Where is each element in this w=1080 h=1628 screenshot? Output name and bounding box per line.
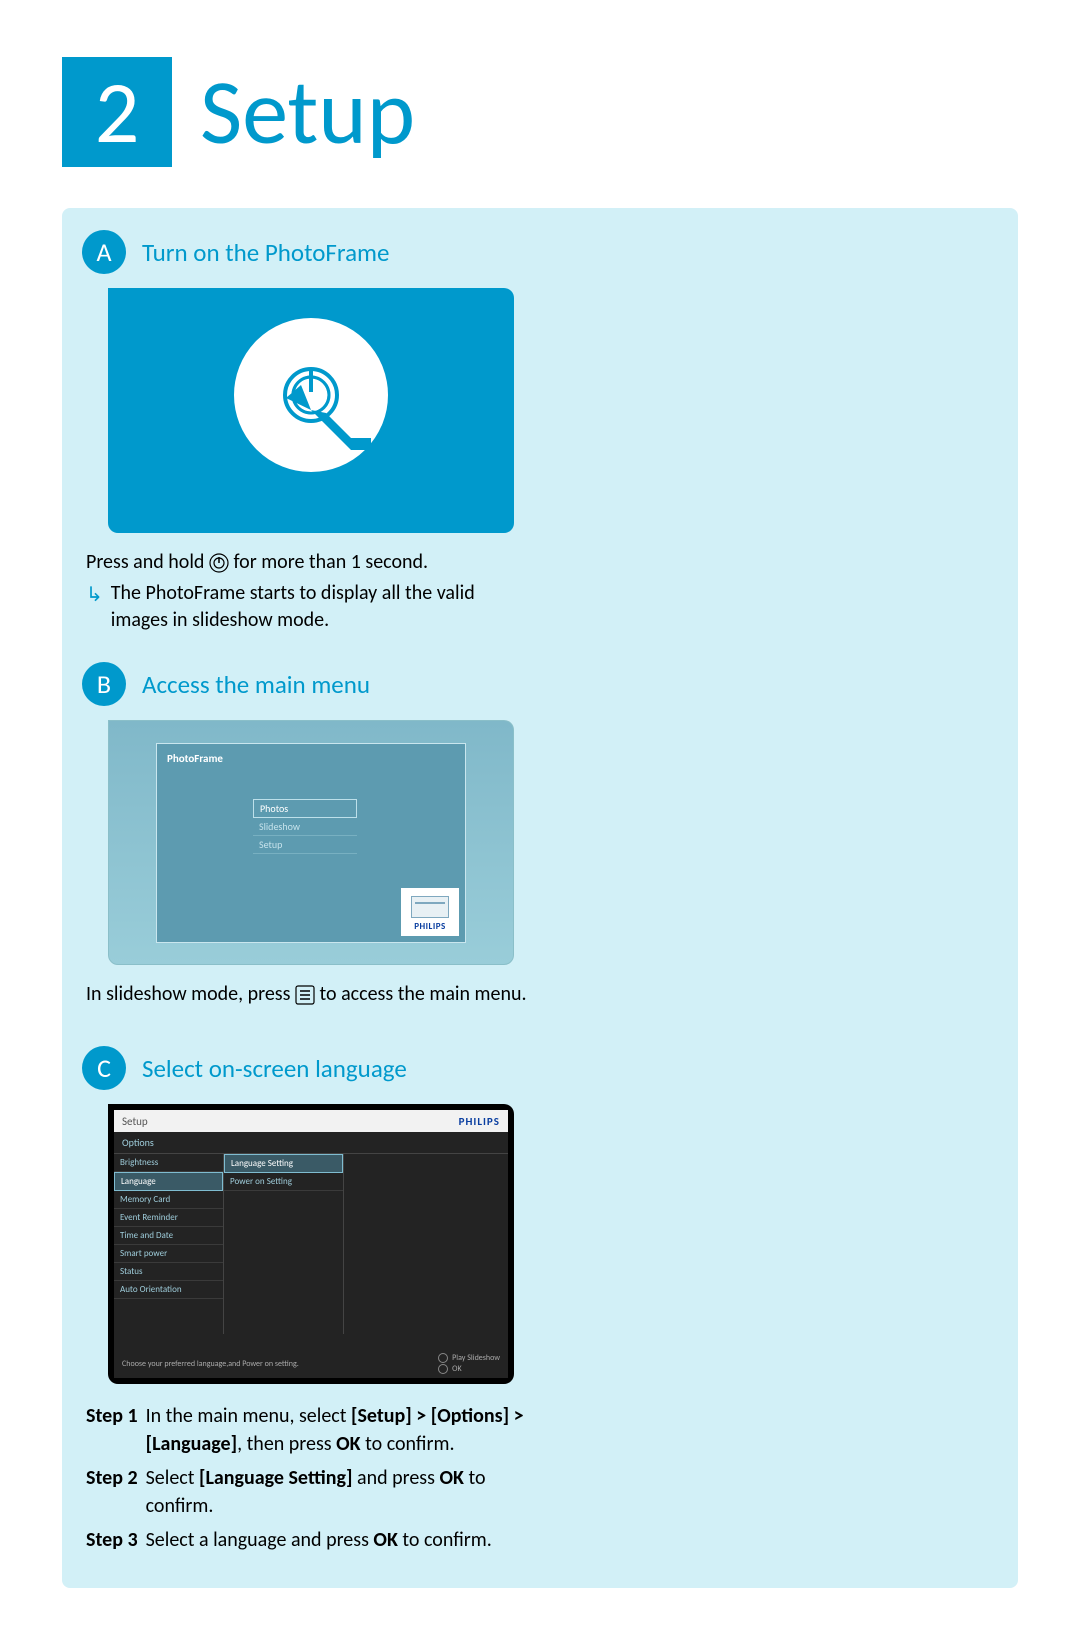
list-item: Auto Orientation bbox=[114, 1281, 223, 1299]
section-c: C Select on-screen language Setup PHILIP… bbox=[82, 1046, 527, 1560]
step-label: Step 3 bbox=[86, 1526, 138, 1554]
page-title: Setup bbox=[200, 55, 415, 168]
text: to confirm. bbox=[361, 1432, 455, 1456]
text-bold: OK bbox=[439, 1466, 463, 1490]
page-header: 2 Setup bbox=[62, 55, 1018, 168]
ok-label: OK bbox=[452, 1364, 461, 1374]
screen-c-right-column: Language Setting Power on Setting bbox=[224, 1154, 344, 1334]
play-slideshow-label: Play Slideshow bbox=[452, 1353, 500, 1363]
section-a-instruction: Press and hold for more than 1 second. ↳… bbox=[86, 549, 527, 634]
text: , then press bbox=[237, 1432, 336, 1456]
list-item: Status bbox=[114, 1263, 223, 1281]
illustration-main-menu: PhotoFrame Photos Slideshow Setup PHILIP… bbox=[108, 720, 514, 965]
section-number-badge: 2 bbox=[62, 57, 172, 167]
text: Select a language and press bbox=[146, 1528, 374, 1552]
list-item: Language bbox=[114, 1172, 223, 1191]
philips-logo: PHILIPS bbox=[459, 1115, 500, 1128]
illustration-power-button bbox=[108, 288, 514, 533]
section-c-badge: C bbox=[82, 1046, 126, 1090]
screen-c-options-label: Options bbox=[114, 1132, 508, 1154]
section-a: A Turn on the PhotoFrame Press and hold bbox=[82, 230, 527, 634]
step-label: Step 1 bbox=[86, 1402, 138, 1458]
step-3: Step 3 Select a language and press OK to… bbox=[86, 1526, 527, 1554]
menu-item-slideshow: Slideshow bbox=[253, 818, 357, 836]
section-b: B Access the main menu PhotoFrame Photos… bbox=[82, 662, 527, 1008]
screen-c-hint: Choose your preferred language,and Power… bbox=[122, 1359, 299, 1369]
section-a-title: Turn on the PhotoFrame bbox=[142, 237, 389, 268]
text: and press bbox=[352, 1466, 439, 1490]
list-item: Power on Setting bbox=[224, 1173, 343, 1191]
section-c-title: Select on-screen language bbox=[142, 1053, 407, 1084]
list-item: Language Setting bbox=[224, 1154, 343, 1173]
nav-icon bbox=[438, 1353, 448, 1363]
screen-b-title: PhotoFrame bbox=[157, 744, 465, 765]
screen-c-breadcrumb: Setup bbox=[122, 1115, 148, 1128]
text-bold: OK bbox=[373, 1528, 397, 1552]
step-2: Step 2 Select [Language Setting] and pre… bbox=[86, 1464, 527, 1520]
section-a-result: The PhotoFrame starts to display all the… bbox=[111, 580, 527, 634]
section-b-badge: B bbox=[82, 662, 126, 706]
text: to access the main menu. bbox=[320, 982, 527, 1006]
result-arrow-icon: ↳ bbox=[86, 582, 103, 634]
step-1: Step 1 In the main menu, select [Setup] … bbox=[86, 1402, 527, 1458]
section-a-badge: A bbox=[82, 230, 126, 274]
text: Press and hold bbox=[86, 550, 209, 574]
list-item: Memory Card bbox=[114, 1191, 223, 1209]
text-bold: [Language Setting] bbox=[199, 1466, 353, 1490]
section-b-instruction: In slideshow mode, press to access the m… bbox=[86, 981, 527, 1008]
power-icon bbox=[209, 553, 229, 573]
text-bold: OK bbox=[336, 1432, 360, 1456]
menu-item-setup: Setup bbox=[253, 836, 357, 854]
ok-icon bbox=[438, 1364, 448, 1374]
philips-logo: PHILIPS bbox=[401, 888, 459, 936]
section-c-steps: Step 1 In the main menu, select [Setup] … bbox=[86, 1402, 527, 1554]
menu-item-photos: Photos bbox=[253, 799, 357, 818]
list-item: Time and Date bbox=[114, 1227, 223, 1245]
screen-c-left-column: Brightness Language Memory Card Event Re… bbox=[114, 1154, 224, 1334]
list-item: Brightness bbox=[114, 1154, 223, 1172]
list-item: Event Reminder bbox=[114, 1209, 223, 1227]
illustration-language-menu: Setup PHILIPS Options Brightness Languag… bbox=[108, 1104, 514, 1384]
text: In slideshow mode, press bbox=[86, 982, 295, 1006]
section-b-title: Access the main menu bbox=[142, 669, 370, 700]
sections-container: A Turn on the PhotoFrame Press and hold bbox=[62, 208, 1018, 1588]
text: In the main menu, select bbox=[146, 1404, 351, 1428]
text: to confirm. bbox=[398, 1528, 492, 1552]
step-label: Step 2 bbox=[86, 1464, 138, 1520]
text: Select bbox=[146, 1466, 199, 1490]
list-item: Smart power bbox=[114, 1245, 223, 1263]
text: for more than 1 second. bbox=[233, 550, 428, 574]
menu-icon bbox=[295, 985, 315, 1005]
